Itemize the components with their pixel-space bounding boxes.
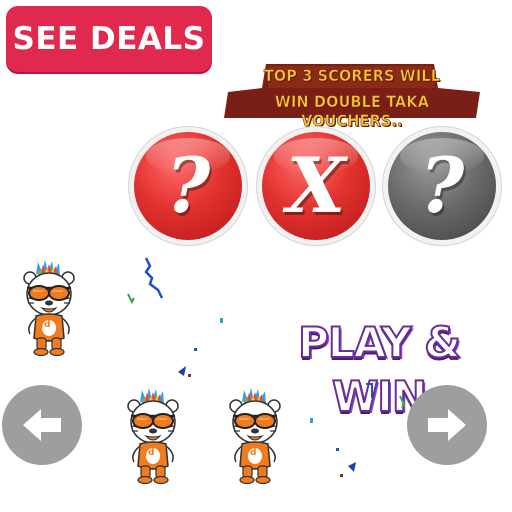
confetti-piece xyxy=(194,348,197,351)
confetti-piece xyxy=(220,318,223,323)
confetti-piece xyxy=(188,374,191,377)
confetti-piece xyxy=(399,395,406,409)
confetti-piece xyxy=(366,383,373,398)
confetti-piece xyxy=(178,366,186,376)
streamer-icon xyxy=(144,257,164,299)
confetti-piece xyxy=(127,293,135,305)
confetti-piece xyxy=(336,448,339,451)
confetti-piece xyxy=(310,418,313,423)
confetti-piece xyxy=(348,462,356,472)
confetti xyxy=(127,257,406,477)
confetti-piece xyxy=(340,474,343,477)
